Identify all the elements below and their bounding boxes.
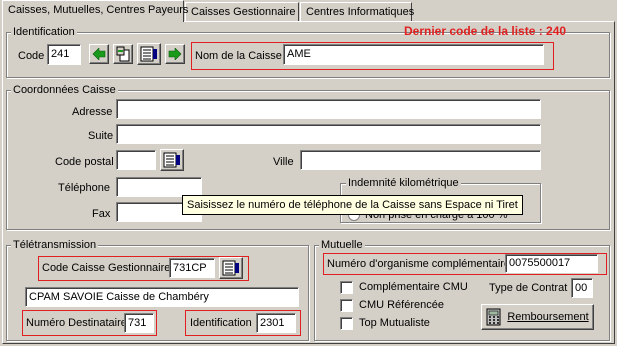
numero-destinataire-field[interactable]: 731: [124, 313, 154, 333]
list-icon: [140, 46, 157, 62]
arrow-right-icon: [168, 48, 182, 60]
caisse-name-field: CPAM SAVOIE Caisse de Chambéry: [25, 287, 299, 307]
teletransmission-legend: Télétransmission: [11, 239, 99, 251]
calculator-icon: [486, 308, 501, 326]
coordonnees-legend: Coordonnées Caisse: [11, 84, 118, 96]
list-icon: [222, 260, 239, 276]
list-button[interactable]: [137, 43, 161, 65]
top-mutualiste-label: Top Mutualiste: [359, 317, 430, 329]
adresse-label: Adresse: [72, 106, 113, 118]
numero-organisme-field[interactable]: 0075500017: [505, 254, 598, 273]
ville-label: Ville: [273, 156, 294, 168]
identification-legend: Identification: [11, 26, 77, 38]
telephone-label: Téléphone: [58, 182, 110, 194]
code-label: Code: [18, 50, 45, 62]
code-postal-lookup-button[interactable]: [160, 149, 184, 171]
nom-caisse-field[interactable]: AME: [283, 44, 544, 65]
code-gestionnaire-field[interactable]: 731CP: [169, 258, 215, 278]
top-mutualiste-checkbox[interactable]: [340, 317, 353, 330]
telephone-field[interactable]: [116, 177, 202, 197]
code-postal-field[interactable]: [116, 150, 156, 170]
cmu-checkbox[interactable]: [340, 281, 353, 294]
cmu-referencee-checkbox[interactable]: [340, 299, 353, 312]
remboursement-button[interactable]: Remboursement: [481, 304, 594, 330]
new-record-button[interactable]: [113, 44, 133, 64]
mutuelle-legend: Mutuelle: [319, 239, 365, 251]
numero-destinataire-label: Numéro Destinataire: [26, 317, 127, 329]
arrow-left-icon: [92, 48, 106, 60]
tab-caisses-mutuelles[interactable]: Caisses, Mutuelles, Centres Payeurs: [2, 0, 188, 22]
code-gestionnaire-lookup-button[interactable]: [219, 257, 243, 279]
cmu-referencee-label: CMU Référencée: [359, 299, 444, 311]
cmu-label: Complémentaire CMU: [359, 281, 468, 293]
tab-centres-informatiques[interactable]: Centres Informatiques: [300, 2, 414, 21]
nom-caisse-label: Nom de la Caisse: [195, 50, 282, 62]
numero-organisme-label: Numéro d'organisme complémentaire: [327, 258, 511, 270]
suite-label: Suite: [88, 130, 114, 142]
new-document-icon: [116, 46, 130, 62]
tab-caisses-gestionnaire[interactable]: Caisses Gestionnaire: [185, 2, 299, 21]
telephone-tooltip: Saisissez le numéro de téléphone de la C…: [182, 195, 523, 215]
adresse-field[interactable]: [116, 99, 541, 119]
last-code-text: Dernier code de la liste : 240: [404, 24, 567, 38]
fax-label: Fax: [92, 208, 111, 220]
code-field[interactable]: 241: [47, 44, 81, 65]
code-gestionnaire-label: Code Caisse Gestionnaire: [42, 262, 171, 274]
indemnite-legend: Indemnité kilométrique: [346, 177, 461, 189]
identification-field[interactable]: 2301: [256, 313, 296, 333]
list-icon: [163, 152, 180, 168]
previous-button[interactable]: [89, 44, 109, 64]
suite-field[interactable]: [116, 124, 541, 144]
identification-label: Identification: [190, 317, 252, 329]
ville-field[interactable]: [300, 150, 541, 170]
type-contrat-field[interactable]: 00: [571, 278, 593, 298]
remboursement-label: Remboursement: [507, 311, 589, 323]
type-contrat-label: Type de Contrat: [489, 282, 568, 294]
code-postal-label: Code postal: [55, 156, 114, 168]
next-button[interactable]: [165, 44, 185, 64]
